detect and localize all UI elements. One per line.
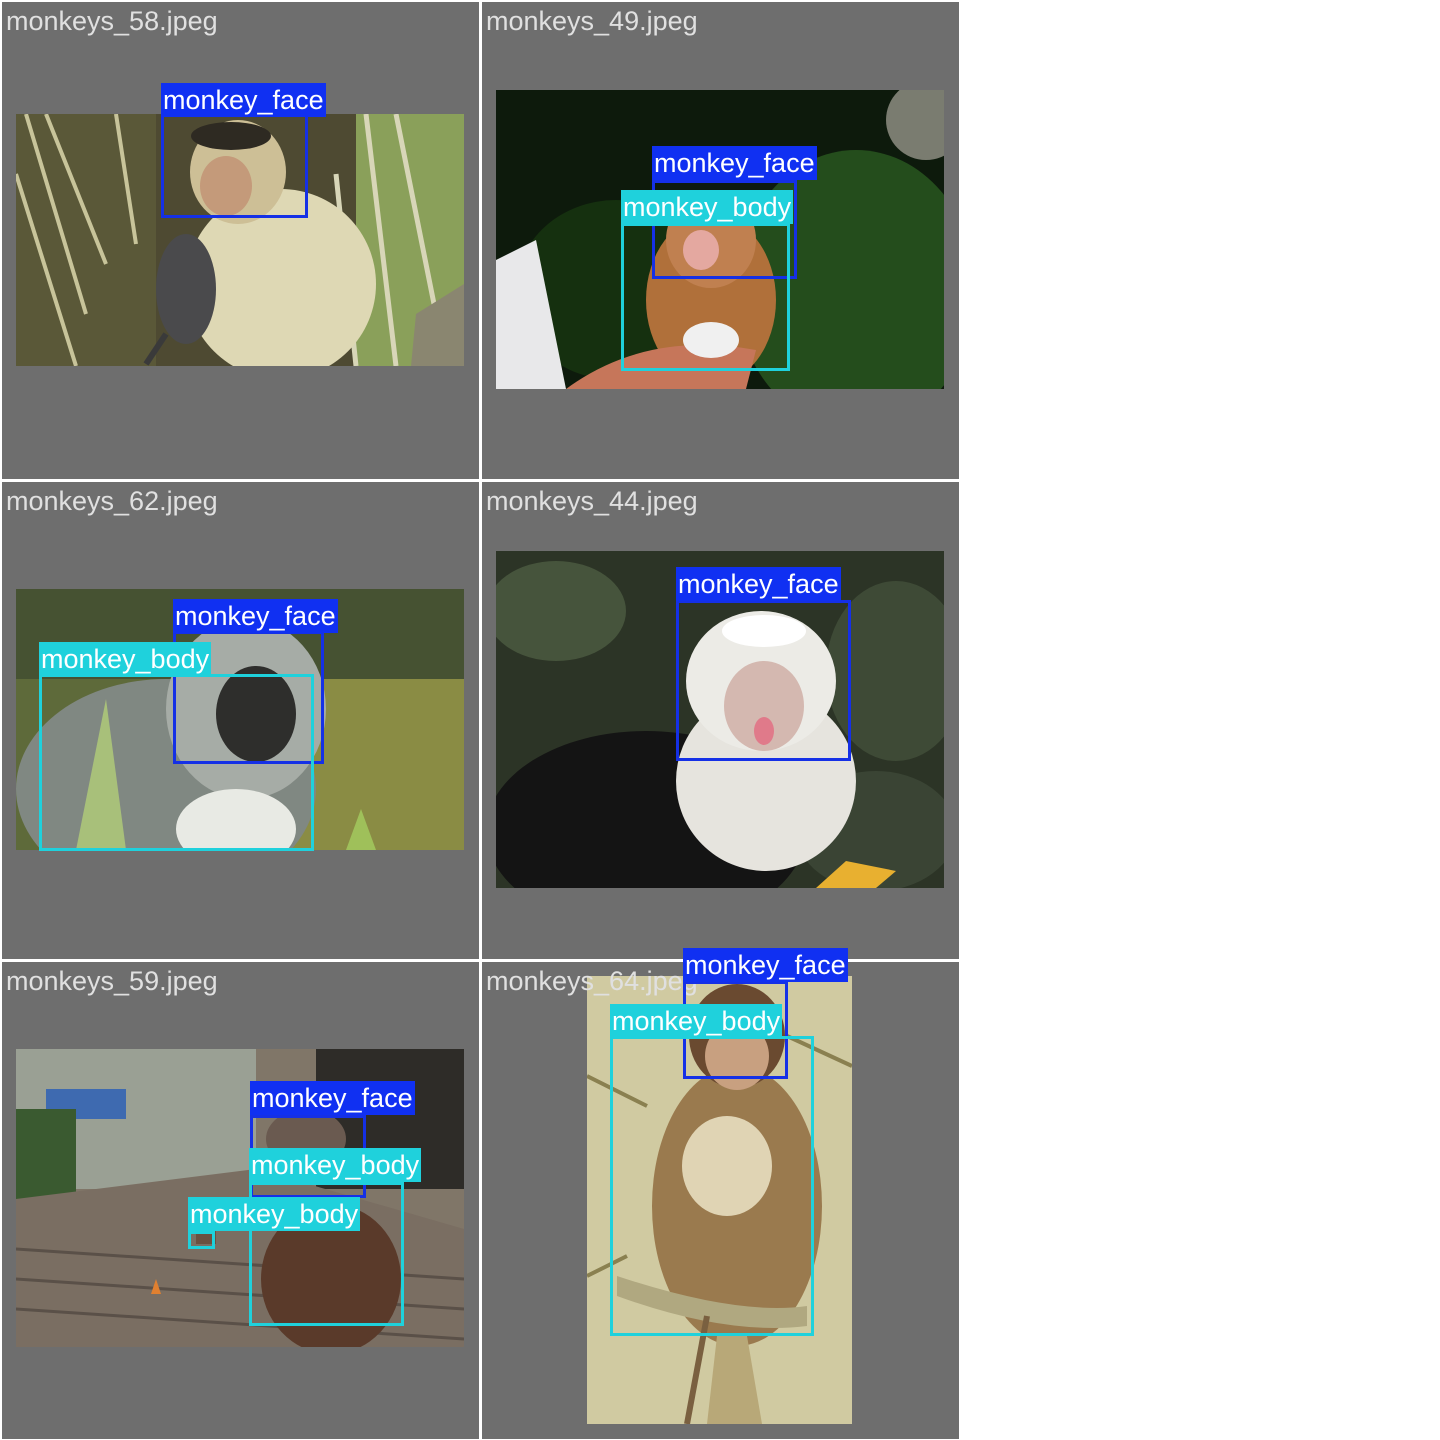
box-label-face: monkey_face (676, 567, 841, 601)
box-label-face: monkey_face (250, 1081, 415, 1115)
box-label-body: monkey_body (621, 190, 794, 224)
bounding-box-face (676, 600, 851, 761)
box-label-body: monkey_body (249, 1148, 422, 1182)
image-filename: monkeys_62.jpeg (6, 486, 218, 516)
bounding-box-body (39, 674, 314, 851)
bounding-box-body (610, 1036, 814, 1336)
box-label-face: monkey_face (683, 948, 848, 982)
box-label-face: monkey_face (652, 146, 817, 180)
bounding-box-body (188, 1231, 215, 1249)
box-label-body: monkey_body (39, 642, 212, 676)
image-filename: monkeys_49.jpeg (486, 6, 698, 36)
image-filename: monkeys_44.jpeg (486, 486, 698, 516)
box-label-body: monkey_body (188, 1197, 361, 1231)
box-label-face: monkey_face (161, 83, 326, 117)
image-filename: monkeys_59.jpeg (6, 966, 218, 996)
bounding-box-body (621, 223, 790, 371)
box-label-body: monkey_body (610, 1004, 783, 1038)
image-filename: monkeys_58.jpeg (6, 6, 218, 36)
grid-cell-1: monkeys_58.jpeg (2, 2, 479, 479)
box-label-face: monkey_face (173, 599, 338, 633)
image-filename: monkeys_64.jpeg (486, 966, 698, 996)
bounding-box-face (161, 114, 308, 218)
